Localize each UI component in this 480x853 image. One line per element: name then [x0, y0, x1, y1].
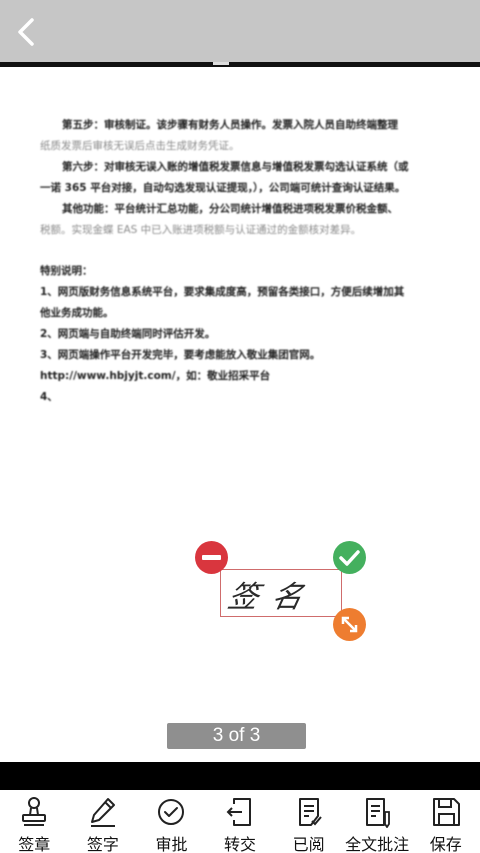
check-circle-icon	[158, 799, 185, 825]
document-page[interactable]: 第五步：审核制证。该步骤有财务人员操作。发票入院人员自助终端整理纸质发票后审核无…	[0, 67, 480, 762]
pen-icon	[90, 798, 115, 827]
toolbar-item-stamp[interactable]: 签章	[0, 790, 69, 853]
toolbar-item-label: 已阅	[292, 835, 325, 853]
toolbar-item-annotate[interactable]: 全文批注	[343, 790, 412, 853]
document-line: 1、网页版财务信息系统平台，要求集成度高，预留各类接口，方便后续增加其	[40, 286, 405, 298]
toolbar-item-read[interactable]: 已阅	[274, 790, 343, 853]
document-line: 第五步：审核制证。该步骤有财务人员操作。发票入院人员自助终端整理	[62, 119, 398, 131]
document-line: 第六步：对审核无误入账的增值税发票信息与增值税发票勾选认证系统（或	[62, 161, 409, 173]
signature-box[interactable]: 签名	[220, 569, 342, 617]
top-notch	[213, 62, 229, 65]
annotate-document-icon	[366, 798, 391, 828]
toolbar-item-label: 转交	[224, 835, 257, 853]
document-line: 3、网页端操作平台开发完毕，要考虑能放入敬业集团官网。	[40, 349, 321, 361]
toolbar-item-label: 签字	[86, 835, 119, 853]
toolbar-item-label: 保存	[429, 835, 462, 853]
minus-circle-icon	[202, 555, 221, 560]
document-text: 第五步：审核制证。该步骤有财务人员操作。发票入院人员自助终端整理纸质发票后审核无…	[40, 115, 445, 408]
document-line: 特别说明：	[40, 265, 93, 277]
toolbar-item-label: 签章	[18, 835, 51, 853]
bottom-toolbar: 签章 签字 审批 转交 已阅 全文批注 保存	[0, 790, 480, 853]
stamp-icon	[22, 797, 47, 826]
document-line: 一诺 365 平台对接，自动勾选发现认证提现，），公司端可统计查询认证结果。	[40, 182, 406, 194]
toolbar-item-label: 审批	[155, 835, 188, 853]
confirm-signature-button[interactable]	[333, 541, 366, 574]
resize-arrows-icon	[341, 616, 358, 633]
toolbar-item-forward[interactable]: 转交	[206, 790, 275, 853]
bottom-divider	[0, 762, 480, 790]
toolbar-item-label: 全文批注	[345, 835, 410, 853]
toolbar-item-sign[interactable]: 签字	[69, 790, 138, 853]
top-bar	[0, 0, 480, 62]
forward-document-icon	[226, 798, 252, 826]
document-line: 纸质发票后审核无误后点击生成财务凭证。	[40, 140, 240, 152]
document-line: 其他功能：平台统计汇总功能，分公司统计增值税进项税发票价税金额、	[62, 203, 398, 215]
page-indicator: 3 of 3	[167, 723, 306, 749]
toolbar-item-approve[interactable]: 审批	[137, 790, 206, 853]
document-line: 4、	[40, 391, 58, 403]
document-line: http://www.hbjyjt.com/，如：敬业招采平台	[40, 370, 271, 382]
read-document-icon	[298, 798, 322, 826]
document-line: 2、网页端与自助终端同时评估开发。	[40, 328, 216, 340]
document-line: 税额。实现金蝶 EAS 中已入账进项税额与认证通过的金额核对差异。	[40, 224, 362, 236]
remove-signature-button[interactable]	[195, 541, 228, 574]
chevron-left-icon	[18, 18, 34, 46]
document-line: 他业务成功能。	[40, 307, 114, 319]
toolbar-item-save[interactable]: 保存	[411, 790, 480, 853]
resize-signature-button[interactable]	[333, 608, 366, 641]
signature-text: 签名	[224, 580, 320, 615]
floppy-disk-icon	[432, 798, 460, 826]
check-circle-icon	[339, 550, 360, 566]
back-button[interactable]	[10, 14, 44, 50]
